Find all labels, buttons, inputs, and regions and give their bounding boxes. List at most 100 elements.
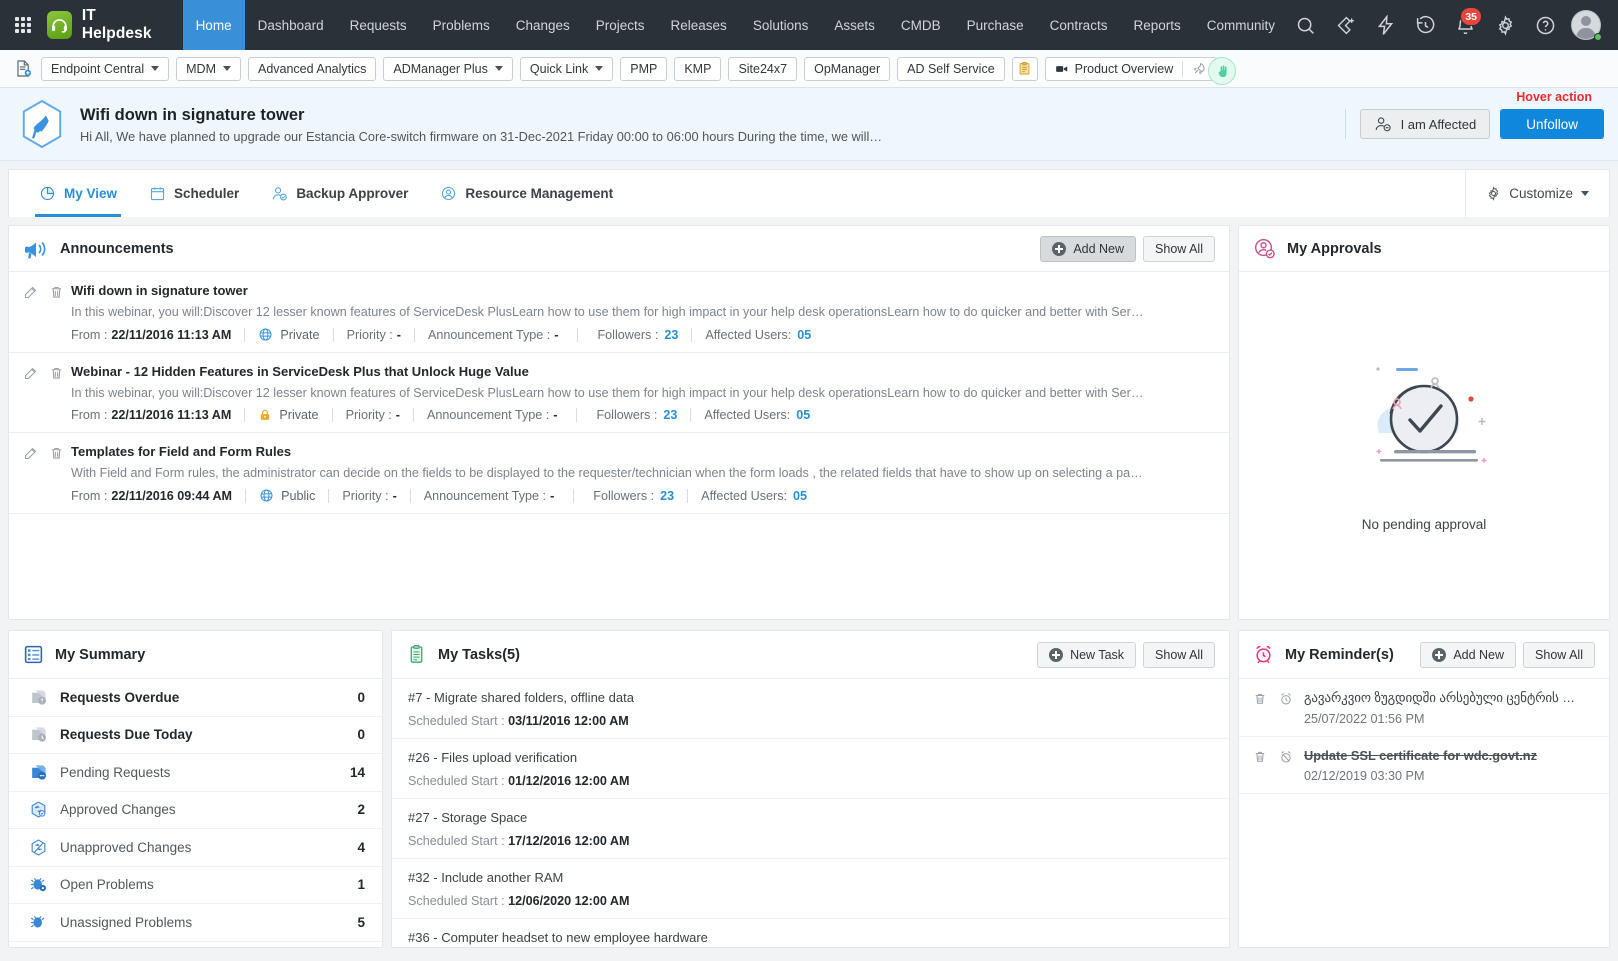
announcement-title[interactable]: Wifi down in signature tower [71,283,1215,298]
meta-divider [328,488,330,503]
reminders-show-all-button[interactable]: Show All [1523,641,1595,668]
nav-item-assets[interactable]: Assets [821,0,888,50]
hover-action-label: Hover action [1516,90,1592,104]
tab-my-view[interactable]: My View [23,170,133,217]
app-grid-button[interactable] [0,0,47,50]
nav-item-purchase[interactable]: Purchase [954,0,1037,50]
tab-backup-approver[interactable]: Backup Approver [255,170,424,217]
reminder-title[interactable]: გავარკვიო ზუგდიდში არსებული ცენტრის … [1304,690,1595,706]
quick-action-lightning-icon[interactable] [1368,8,1402,42]
announcement-row-actions [23,364,71,422]
add-new-icon[interactable] [1328,8,1362,42]
nav-item-home[interactable]: Home [182,0,245,50]
summary-label: Unapproved Changes [60,839,192,855]
tab-resource-management-label: Resource Management [465,186,614,201]
announcement-affected-count[interactable]: 05 [793,489,807,503]
announcement-title[interactable]: Webinar - 12 Hidden Features in ServiceD… [71,364,1215,379]
delete-icon[interactable] [1253,750,1267,783]
toolbar-kmp[interactable]: KMP [674,56,722,81]
edit-icon[interactable] [23,366,38,422]
summary-value: 5 [357,914,365,930]
edit-icon[interactable] [23,446,38,503]
nav-item-requests[interactable]: Requests [337,0,420,50]
toolbar-advanced-analytics[interactable]: Advanced Analytics [247,56,377,81]
announcement-title[interactable]: Templates for Field and Form Rules [71,444,1215,459]
task-title[interactable]: #7 - Migrate shared folders, offline dat… [408,690,1213,705]
settings-gear-icon[interactable] [1488,8,1522,42]
summary-row-unassigned-problems[interactable]: Unassigned Problems 5 [9,904,382,942]
announcement-followers-count[interactable]: 23 [660,489,674,503]
nav-item-community[interactable]: Community [1194,0,1288,50]
nav-item-problems[interactable]: Problems [420,0,503,50]
announcements-list: Wifi down in signature tower In this web… [9,272,1229,619]
toolbar-opmanager[interactable]: OpManager [804,56,891,81]
delete-icon[interactable] [49,446,64,503]
summary-row-unapproved-changes[interactable]: Unapproved Changes 4 [9,829,382,867]
edit-icon[interactable] [23,285,38,342]
reminders-add-new-button[interactable]: Add New [1420,641,1517,668]
announcement-row: Templates for Field and Form Rules With … [9,433,1229,514]
toolbar-site24x7[interactable]: Site24x7 [728,56,798,81]
unfollow-button[interactable]: Unfollow [1500,109,1604,139]
view-tabs: My View Scheduler Backup Approver Resour… [9,170,629,217]
tab-scheduler[interactable]: Scheduler [133,170,255,217]
summary-row-open-problems[interactable]: Open Problems 1 [9,867,382,904]
toolbar-endpoint-central[interactable]: Endpoint Central [41,56,170,81]
delete-icon[interactable] [1253,692,1267,726]
notification-bell-icon[interactable]: 35 [1448,7,1482,42]
tasks-show-all-button[interactable]: Show All [1143,641,1215,668]
delete-icon[interactable] [49,285,64,342]
tasks-show-all-label: Show All [1155,647,1203,662]
product-overview-button[interactable]: Product Overview [1046,58,1183,80]
clipboard-button[interactable] [1011,56,1038,81]
toolbar-quick-link[interactable]: Quick Link [519,56,614,81]
meta-divider [245,488,247,503]
announcements-show-all-button[interactable]: Show All [1143,235,1215,262]
toolbar-mdm[interactable]: MDM [176,56,241,81]
my-tasks-list: #7 - Migrate shared folders, offline dat… [392,679,1229,947]
customize-button[interactable]: Customize [1465,170,1609,217]
i-am-affected-button[interactable]: I am Affected [1359,109,1491,139]
nav-item-reports[interactable]: Reports [1120,0,1193,50]
task-title[interactable]: #26 - Files upload verification [408,750,1213,765]
task-row: #27 - Storage Space Scheduled Start : 17… [392,799,1229,859]
nav-item-changes[interactable]: Changes [503,0,583,50]
toolbar-ad-self-service[interactable]: AD Self Service [897,56,1005,81]
reminder-title[interactable]: Update SSL certificate for wdc.govt.nz [1304,748,1595,763]
toolbar-admanager-plus[interactable]: ADManager Plus [383,56,513,81]
servicedesk-logo-icon [46,11,72,39]
user-avatar[interactable] [1568,7,1604,43]
task-title[interactable]: #36 - Computer headset to new employee h… [408,930,1213,945]
delete-icon[interactable] [49,366,64,422]
announcement-followers-count[interactable]: 23 [664,328,678,342]
new-task-button[interactable]: New Task [1037,641,1137,668]
history-icon[interactable] [1408,8,1442,42]
toolbar-pmp[interactable]: PMP [620,56,668,81]
announcements-add-new-button[interactable]: Add New [1040,235,1137,262]
summary-row-requests-due-today[interactable]: Requests Due Today 0 [9,717,382,754]
help-icon[interactable] [1528,8,1562,42]
nav-item-releases[interactable]: Releases [658,0,740,50]
nav-item-projects[interactable]: Projects [583,0,658,50]
my-reminders-header: My Reminder(s) Add New Show All [1239,631,1609,679]
summary-row-requests-overdue[interactable]: Requests Overdue 0 [9,679,382,717]
nav-item-cmdb[interactable]: CMDB [888,0,954,50]
new-document-icon[interactable] [12,58,34,80]
announcement-affected-count[interactable]: 05 [797,328,811,342]
followers-label: Followers : [596,408,658,422]
nav-item-contracts[interactable]: Contracts [1037,0,1121,50]
nav-item-solutions[interactable]: Solutions [740,0,822,50]
app-grid-icon [15,17,32,33]
nav-item-dashboard[interactable]: Dashboard [245,0,337,50]
task-title[interactable]: #27 - Storage Space [408,810,1213,825]
summary-row-approved-changes[interactable]: Approved Changes 2 [9,792,382,829]
announcement-affected-count[interactable]: 05 [796,408,810,422]
alarm-off-icon[interactable] [1279,750,1293,783]
tab-resource-management[interactable]: Resource Management [424,170,629,217]
alarm-icon[interactable] [1279,692,1293,726]
summary-row-pending-requests[interactable]: Pending Requests 14 [9,754,382,792]
brand[interactable]: IT Helpdesk [46,0,183,50]
task-title[interactable]: #32 - Include another RAM [408,870,1213,885]
announcement-followers-count[interactable]: 23 [663,408,677,422]
search-icon[interactable] [1288,8,1322,42]
